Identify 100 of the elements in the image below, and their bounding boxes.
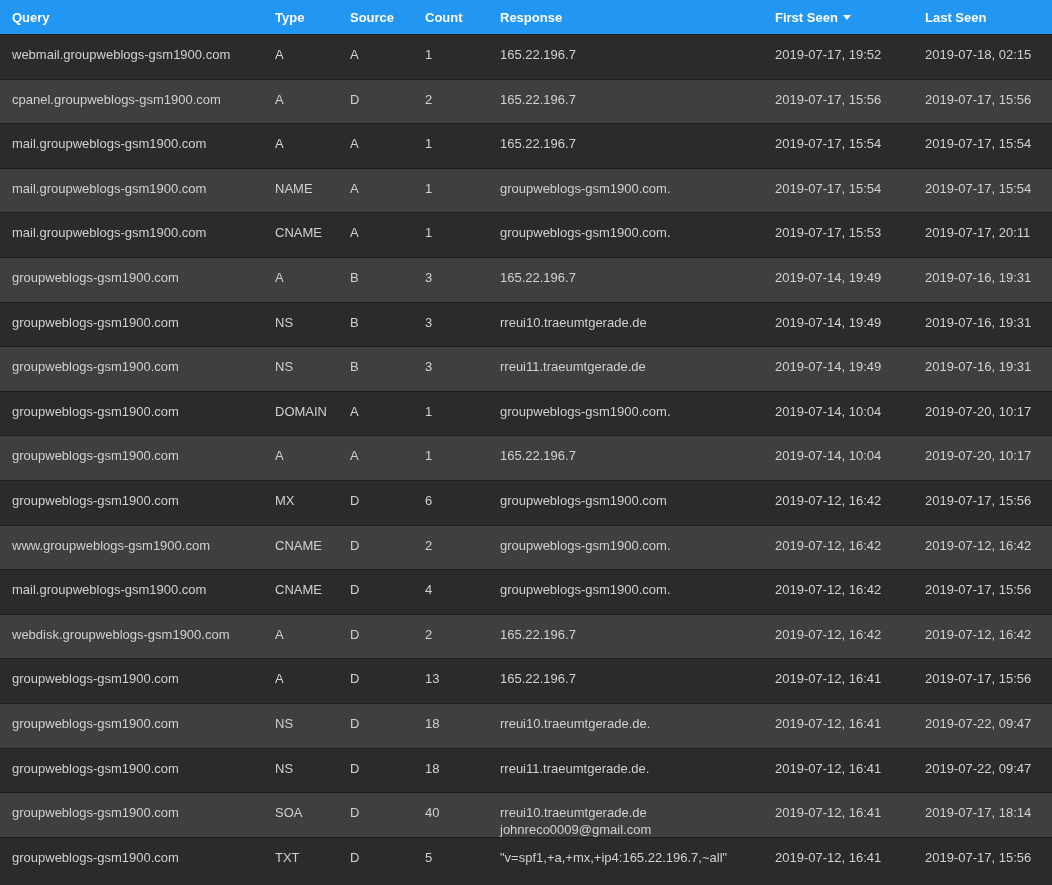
type-cell: NS [275,313,294,331]
query-cell: groupweblogs-gsm1900.com [12,759,179,777]
count-cell: 5 [425,848,433,866]
source-cell: B [350,358,359,376]
response-cell: rreui10.traeumtgerade.de. [500,714,651,732]
type-cell: A [275,670,284,688]
type-cell: A [275,625,284,643]
count-cell: 1 [425,179,433,197]
type-cell: A [275,46,284,63]
type-cell: A [275,447,284,465]
response-cell: rreui11.traeumtgerade.de. [500,759,650,777]
date-cell: 2019-07-17, 15:54 [925,179,1032,197]
column-header[interactable]: Last Seen [913,0,1052,34]
date-cell: 2019-07-14, 19:49 [775,313,882,331]
source-cell: A [350,46,359,63]
query-cell: www.groupweblogs-gsm1900.com [12,536,210,554]
date-cell: 2019-07-14, 19:49 [775,358,882,376]
column-header[interactable]: Type [263,0,338,34]
type-cell: SOA [275,804,303,822]
date-cell: 2019-07-20, 10:17 [925,447,1032,465]
query-cell: groupweblogs-gsm1900.com [12,670,179,688]
type-cell: A [275,90,284,108]
date-cell: 2019-07-18, 02:15 [925,46,1032,63]
source-cell: D [350,625,360,643]
source-cell: A [350,402,359,420]
type-cell: CNAME [275,536,322,554]
response-cell: rreui11.traeumtgerade.de [500,358,646,376]
query-cell: groupweblogs-gsm1900.com [12,848,179,866]
date-cell: 2019-07-17, 20:11 [925,224,1031,242]
source-cell: D [350,804,360,822]
count-cell: 3 [425,268,433,286]
date-cell: 2019-07-17, 15:56 [925,848,1032,866]
date-cell: 2019-07-12, 16:42 [925,625,1032,643]
date-cell: 2019-07-22, 09:47 [925,714,1032,732]
query-cell: groupweblogs-gsm1900.com [12,313,179,331]
source-cell: D [350,714,360,732]
type-cell: CNAME [275,224,322,242]
source-cell: B [350,313,359,331]
source-cell: B [350,268,359,286]
query-cell: mail.groupweblogs-gsm1900.com [12,179,207,197]
date-cell: 2019-07-17, 15:54 [775,179,882,197]
type-cell: NS [275,759,294,777]
query-cell: groupweblogs-gsm1900.com [12,268,179,286]
source-cell: D [350,670,360,688]
query-cell: cpanel.groupweblogs-gsm1900.com [12,90,221,108]
count-cell: 1 [425,46,433,63]
date-cell: 2019-07-14, 10:04 [775,402,882,420]
response-cell: 165.22.196.7 [500,90,576,108]
date-cell: 2019-07-17, 18:14 [925,804,1032,822]
count-cell: 1 [425,135,433,153]
query-cell: groupweblogs-gsm1900.com [12,447,179,465]
response-cell: groupweblogs-gsm1900.com. [500,224,671,242]
column-header[interactable]: Query [0,0,263,34]
type-cell: NAME [275,179,313,197]
count-cell: 18 [425,759,440,777]
response-cell: 165.22.196.7 [500,135,576,153]
count-cell: 4 [425,581,433,599]
response-cell: rreui10.traeumtgerade.de [500,313,647,331]
response-cell: groupweblogs-gsm1900.com. [500,402,671,420]
type-cell: NS [275,714,294,732]
caret-icon [842,14,851,20]
column-header[interactable]: Count [413,0,488,34]
count-cell: 13 [425,670,440,688]
date-cell: 2019-07-14, 19:49 [775,268,882,286]
date-cell: 2019-07-12, 16:41 [775,848,882,866]
date-cell: 2019-07-16, 19:31 [925,358,1032,376]
date-cell: 2019-07-12, 16:41 [775,804,882,822]
type-cell: A [275,135,284,153]
response-cell: 165.22.196.7 [500,46,576,63]
count-cell: 3 [425,358,433,376]
type-cell: A [275,268,284,286]
type-cell: NS [275,358,294,376]
date-cell: 2019-07-12, 16:42 [775,491,882,509]
date-cell: 2019-07-17, 15:56 [925,670,1032,688]
date-cell: 2019-07-12, 16:42 [775,581,882,599]
type-cell: MX [275,491,295,509]
count-cell: 2 [425,536,433,554]
response-cell: "v=spf1,+a,+mx,+ip4:165.22.196.7,~all" [500,848,728,866]
date-cell: 2019-07-17, 15:54 [775,135,882,153]
date-cell: 2019-07-16, 19:31 [925,313,1032,331]
column-header[interactable]: Source [338,0,413,34]
date-cell: 2019-07-17, 15:56 [925,581,1032,599]
date-cell: 2019-07-12, 16:42 [925,536,1032,554]
response-cell: groupweblogs-gsm1900.com [500,491,667,509]
date-cell: 2019-07-17, 19:52 [775,46,882,63]
date-cell: 2019-07-17, 15:53 [775,224,882,242]
source-cell: D [350,848,360,866]
source-cell: D [350,491,360,509]
date-cell: 2019-07-14, 10:04 [775,447,882,465]
source-cell: D [350,581,360,599]
count-cell: 40 [425,804,440,822]
type-cell: CNAME [275,581,322,599]
date-cell: 2019-07-12, 16:41 [775,714,882,732]
count-cell: 1 [425,224,433,242]
date-cell: 2019-07-22, 09:47 [925,759,1032,777]
column-header[interactable]: First Seen [763,0,913,34]
source-cell: A [350,447,359,465]
column-header[interactable]: Response [488,0,763,34]
count-cell: 2 [425,625,433,643]
date-cell: 2019-07-17, 15:56 [775,90,882,108]
